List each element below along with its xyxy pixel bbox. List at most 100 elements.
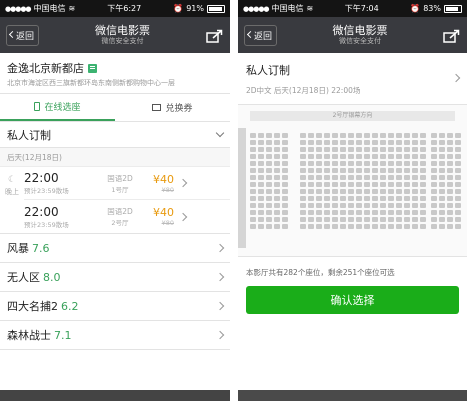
seat[interactable] <box>274 210 280 215</box>
seat[interactable] <box>431 224 437 229</box>
seat[interactable] <box>404 154 410 159</box>
seat[interactable] <box>420 217 426 222</box>
seat[interactable] <box>396 189 402 194</box>
seat[interactable] <box>282 168 288 173</box>
seat[interactable] <box>266 210 272 215</box>
seat[interactable] <box>388 217 394 222</box>
seat[interactable] <box>340 182 346 187</box>
seat[interactable] <box>396 196 402 201</box>
seat[interactable] <box>250 224 256 229</box>
seat[interactable] <box>431 168 437 173</box>
seat[interactable] <box>266 161 272 166</box>
seat[interactable] <box>258 189 264 194</box>
seat[interactable] <box>274 175 280 180</box>
seat[interactable] <box>308 196 314 201</box>
seat[interactable] <box>316 182 322 187</box>
seat[interactable] <box>340 175 346 180</box>
seat[interactable] <box>316 224 322 229</box>
seat[interactable] <box>348 217 354 222</box>
seat[interactable] <box>388 161 394 166</box>
seat[interactable] <box>439 189 445 194</box>
seat[interactable] <box>364 140 370 145</box>
seat[interactable] <box>356 175 362 180</box>
seat[interactable] <box>420 168 426 173</box>
seat[interactable] <box>447 175 453 180</box>
seat[interactable] <box>324 147 330 152</box>
seat[interactable] <box>340 168 346 173</box>
seat[interactable] <box>431 182 437 187</box>
seat[interactable] <box>300 203 306 208</box>
seat[interactable] <box>364 224 370 229</box>
back-button[interactable]: 返回 <box>244 24 278 46</box>
seat[interactable] <box>420 147 426 152</box>
seat[interactable] <box>340 147 346 152</box>
seat[interactable] <box>300 196 306 201</box>
seat[interactable] <box>420 182 426 187</box>
seat[interactable] <box>447 154 453 159</box>
seat[interactable] <box>250 203 256 208</box>
seat[interactable] <box>274 224 280 229</box>
seat[interactable] <box>332 196 338 201</box>
seat[interactable] <box>420 189 426 194</box>
seat[interactable] <box>364 175 370 180</box>
seat[interactable] <box>404 175 410 180</box>
seat[interactable] <box>412 182 418 187</box>
seat[interactable] <box>396 210 402 215</box>
seat[interactable] <box>404 224 410 229</box>
seat[interactable] <box>380 168 386 173</box>
seat[interactable] <box>396 133 402 138</box>
seat[interactable] <box>412 175 418 180</box>
seat[interactable] <box>266 154 272 159</box>
seat[interactable] <box>404 168 410 173</box>
seat[interactable] <box>274 189 280 194</box>
seat[interactable] <box>380 196 386 201</box>
seat[interactable] <box>412 168 418 173</box>
seat[interactable] <box>364 196 370 201</box>
seat[interactable] <box>348 210 354 215</box>
seat[interactable] <box>396 154 402 159</box>
seat[interactable] <box>300 168 306 173</box>
movie-list-item[interactable]: 森林战士 7.1 <box>0 321 230 351</box>
seat[interactable] <box>316 147 322 152</box>
seat[interactable] <box>439 140 445 145</box>
seat[interactable] <box>308 168 314 173</box>
seat[interactable] <box>324 210 330 215</box>
seat[interactable] <box>282 210 288 215</box>
seat[interactable] <box>372 175 378 180</box>
seat[interactable] <box>404 147 410 152</box>
seat[interactable] <box>439 224 445 229</box>
seat[interactable] <box>455 147 461 152</box>
seat[interactable] <box>308 140 314 145</box>
seat[interactable] <box>380 133 386 138</box>
seat[interactable] <box>266 140 272 145</box>
seat[interactable] <box>258 154 264 159</box>
seat[interactable] <box>340 196 346 201</box>
seat[interactable] <box>266 203 272 208</box>
seat[interactable] <box>447 168 453 173</box>
seat[interactable] <box>439 175 445 180</box>
seat[interactable] <box>316 210 322 215</box>
seat[interactable] <box>404 203 410 208</box>
seat[interactable] <box>340 161 346 166</box>
seat[interactable] <box>356 147 362 152</box>
seat[interactable] <box>439 154 445 159</box>
seat[interactable] <box>372 154 378 159</box>
seat[interactable] <box>372 182 378 187</box>
seat[interactable] <box>332 189 338 194</box>
seat[interactable] <box>388 140 394 145</box>
seat[interactable] <box>324 189 330 194</box>
seat[interactable] <box>455 161 461 166</box>
seat[interactable] <box>340 133 346 138</box>
seat[interactable] <box>332 133 338 138</box>
seat[interactable] <box>332 210 338 215</box>
seat[interactable] <box>412 210 418 215</box>
seat[interactable] <box>364 189 370 194</box>
seat[interactable] <box>316 161 322 166</box>
seat[interactable] <box>388 224 394 229</box>
seat[interactable] <box>388 196 394 201</box>
seat[interactable] <box>396 168 402 173</box>
seat[interactable] <box>282 147 288 152</box>
seat[interactable] <box>274 196 280 201</box>
seat[interactable] <box>266 224 272 229</box>
seat[interactable] <box>396 140 402 145</box>
